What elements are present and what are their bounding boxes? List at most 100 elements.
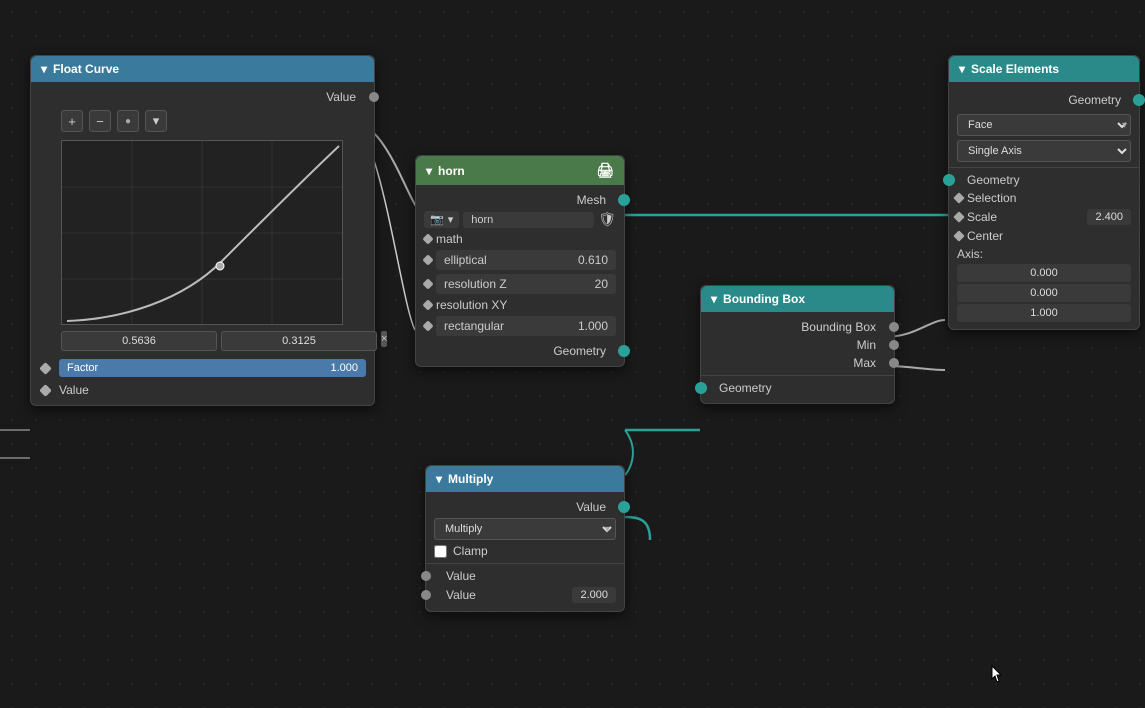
horn-header: ▾ horn 🖨 (416, 156, 624, 185)
geometry-output-label: Geometry (553, 344, 606, 358)
x-value-field[interactable] (61, 331, 217, 351)
clamp-checkbox[interactable] (434, 545, 447, 558)
horn-name-field[interactable]: horn (463, 212, 594, 228)
center-diamond (953, 230, 964, 241)
shield-icon: 🛡 (598, 211, 616, 228)
rectangular-field[interactable]: rectangular 1.000 (436, 316, 616, 336)
value1-socket[interactable] (421, 571, 431, 581)
se-geometry-input-socket[interactable] (943, 174, 955, 186)
axis-y-field[interactable]: 0.000 (957, 284, 1131, 302)
mesh-row: Mesh (416, 191, 624, 209)
multiply-value-socket[interactable] (618, 501, 630, 513)
scale-value[interactable]: 2.400 (1087, 209, 1131, 225)
value2-value[interactable]: 2.000 (572, 587, 616, 603)
value-output-socket[interactable] (369, 92, 379, 102)
resolution-z-field[interactable]: resolution Z 20 (436, 274, 616, 294)
elliptical-field[interactable]: elliptical 0.610 (436, 250, 616, 270)
separator (701, 375, 894, 376)
min-socket[interactable] (889, 340, 899, 350)
factor-field[interactable]: Factor 1.000 (59, 359, 366, 377)
name-icon-area: 📷 ▾ (424, 211, 459, 228)
add-point-btn[interactable]: + (61, 110, 83, 132)
resolution-z-socket[interactable] (422, 278, 433, 289)
geometry-output-row: Geometry (416, 342, 624, 360)
remove-point-btn[interactable]: − (89, 110, 111, 132)
math-row: math (416, 230, 624, 248)
factor-row: Factor 1.000 (31, 357, 374, 379)
multiply-node: ▾ Multiply Value Multiply ▾ Clamp Value (425, 465, 625, 612)
name-row: 📷 ▾ horn 🛡 (416, 209, 624, 230)
bb-geometry-label: Geometry (719, 381, 772, 395)
bounding-box-node: ▾ Bounding Box Bounding Box Min Max Geom… (700, 285, 895, 404)
horn-node: ▾ horn 🖨 Mesh 📷 ▾ horn 🛡 math elliptic (415, 155, 625, 367)
scale-label: Scale (967, 210, 1083, 224)
horn-body: Mesh 📷 ▾ horn 🛡 math elliptical 0.610 (416, 185, 624, 366)
rectangular-socket[interactable] (422, 320, 433, 331)
elliptical-socket[interactable] (422, 254, 433, 265)
se-chevron: ▾ (959, 62, 965, 76)
factor-label: Factor (67, 362, 98, 374)
y-value-field[interactable] (221, 331, 377, 351)
horn-chevron: ▾ (426, 164, 432, 178)
printer-icon: 🖨 (596, 162, 614, 179)
single-axis-dropdown[interactable]: Single Axis (957, 140, 1131, 162)
max-label: Max (853, 356, 876, 370)
se-geometry-output-row: Geometry (949, 88, 1139, 112)
bb-geometry-socket[interactable] (695, 382, 707, 394)
axis-y-row: 0.000 (949, 283, 1139, 303)
clamp-row: Clamp (426, 542, 624, 560)
min-row: Min (701, 336, 894, 354)
close-btn[interactable]: × (381, 331, 387, 347)
resolution-z-value: 20 (595, 277, 608, 291)
scale-elements-header: ▾ Scale Elements (949, 56, 1139, 82)
geometry-output-socket[interactable] (618, 345, 630, 357)
bb-output-row: Bounding Box (701, 318, 894, 336)
float-curve-node: ▾ Float Curve Value + − ● ▾ (30, 55, 375, 406)
clamp-label: Clamp (453, 544, 488, 558)
resolution-z-row: resolution Z 20 (416, 272, 624, 296)
resolution-z-label: resolution Z (444, 277, 507, 291)
resolution-xy-row: resolution XY (416, 296, 624, 314)
se-geometry-output-socket[interactable] (1133, 94, 1145, 106)
curve-dropdown-btn[interactable]: ▾ (145, 110, 167, 132)
chevron-icon: ▾ (41, 62, 47, 76)
axis-z-field[interactable]: 1.000 (957, 304, 1131, 322)
min-label: Min (857, 338, 876, 352)
selection-diamond (953, 192, 964, 203)
cursor (990, 665, 1002, 683)
value-output-bottom-row: Value (31, 381, 374, 399)
factor-socket[interactable] (39, 362, 52, 375)
operation-dropdown[interactable]: Multiply (434, 518, 616, 540)
curve-controls: + − ● ▾ (31, 106, 374, 136)
resolution-xy-socket[interactable] (422, 299, 433, 310)
scale-elements-body: Geometry Face ▾ Single Axis Geometry Sel… (949, 82, 1139, 329)
curve-canvas[interactable] (61, 140, 343, 325)
math-socket[interactable] (422, 233, 433, 244)
mesh-socket[interactable] (618, 194, 630, 206)
bb-output-socket[interactable] (889, 322, 899, 332)
multiply-header: ▾ Multiply (426, 466, 624, 492)
value-fields: × (31, 329, 374, 353)
axis-x-field[interactable]: 0.000 (957, 264, 1131, 282)
scale-row: Scale 2.400 (949, 207, 1139, 227)
bounding-box-header: ▾ Bounding Box (701, 286, 894, 312)
single-axis-row: Single Axis (949, 138, 1139, 164)
se-geometry-input-label: Geometry (967, 173, 1020, 187)
value2-socket[interactable] (421, 590, 431, 600)
axis-x-row: 0.000 (949, 263, 1139, 283)
curve-svg (62, 141, 343, 325)
bb-geometry-row: Geometry (701, 379, 894, 397)
camera-icon: 📷 (430, 213, 444, 226)
multiply-body: Value Multiply ▾ Clamp Value Value 2.000 (426, 492, 624, 611)
elliptical-value: 0.610 (578, 253, 608, 267)
max-socket[interactable] (889, 358, 899, 368)
bounding-box-body: Bounding Box Min Max Geometry (701, 312, 894, 403)
value-socket[interactable] (39, 384, 52, 397)
resolution-xy-label: resolution XY (436, 298, 507, 312)
face-dropdown[interactable]: Face (957, 114, 1131, 136)
value2-row: Value 2.000 (426, 585, 624, 605)
rectangular-row: rectangular 1.000 (416, 314, 624, 338)
curve-type-icon[interactable]: ● (117, 110, 139, 132)
dropdown-arrow: ▾ (448, 213, 454, 226)
axis-z-row: 1.000 (949, 303, 1139, 323)
